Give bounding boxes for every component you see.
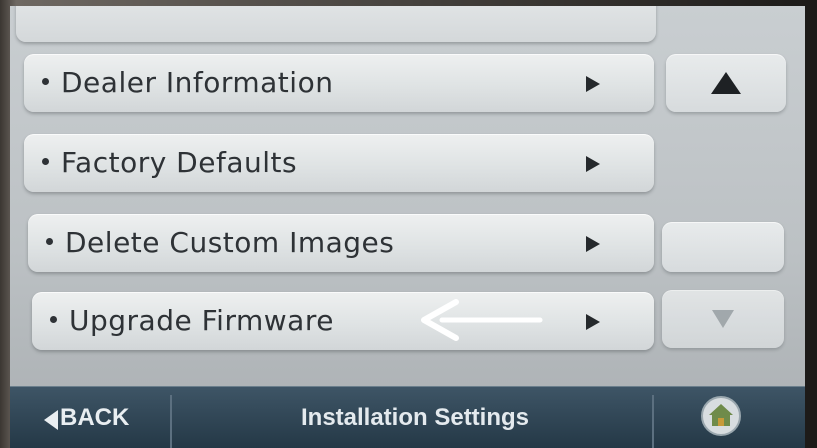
menu-item-text: Upgrade Firmware <box>69 304 334 337</box>
back-button[interactable]: BACK <box>40 387 170 448</box>
home-button[interactable] <box>700 395 742 437</box>
bullet-icon <box>50 315 57 323</box>
menu-item-delete-custom-images[interactable]: Delete Custom Images <box>28 214 654 272</box>
bottom-nav-bar: BACK Installation Settings <box>10 386 805 448</box>
menu-item-upgrade-firmware[interactable]: Upgrade Firmware <box>32 292 654 350</box>
scroll-up-button[interactable] <box>666 54 786 112</box>
device-bezel: Dealer Information Factory Defaults Dele… <box>0 0 817 448</box>
menu-item-label: Delete Custom Images <box>46 214 394 272</box>
scroll-down-button[interactable] <box>662 290 784 348</box>
menu-item-text: Dealer Information <box>61 66 334 99</box>
scroll-track-segment <box>662 222 784 272</box>
menu-item-partial-top[interactable] <box>16 6 656 42</box>
menu-item-text: Delete Custom Images <box>65 226 395 259</box>
divider <box>652 395 654 448</box>
scroll-down-icon <box>712 310 734 328</box>
divider <box>170 395 172 448</box>
menu-item-factory-defaults[interactable]: Factory Defaults <box>24 134 654 192</box>
bullet-icon <box>42 77 49 85</box>
bullet-icon <box>42 157 49 165</box>
chevron-right-icon <box>586 236 600 252</box>
touch-screen: Dealer Information Factory Defaults Dele… <box>10 6 805 448</box>
chevron-right-icon <box>586 156 600 172</box>
arrow-left-icon <box>421 299 543 341</box>
menu-item-label: Factory Defaults <box>42 134 297 192</box>
chevron-right-icon <box>586 314 600 330</box>
home-icon <box>701 396 741 436</box>
page-title: Installation Settings <box>300 404 530 431</box>
chevron-right-icon <box>586 76 600 92</box>
back-label: BACK <box>60 404 130 431</box>
bullet-icon <box>46 237 53 245</box>
scroll-up-icon <box>711 72 741 94</box>
back-arrow-icon <box>44 410 58 430</box>
menu-item-dealer-information[interactable]: Dealer Information <box>24 54 654 112</box>
menu-item-label: Upgrade Firmware <box>50 292 334 350</box>
menu-item-label: Dealer Information <box>42 54 333 112</box>
menu-item-text: Factory Defaults <box>61 146 298 179</box>
